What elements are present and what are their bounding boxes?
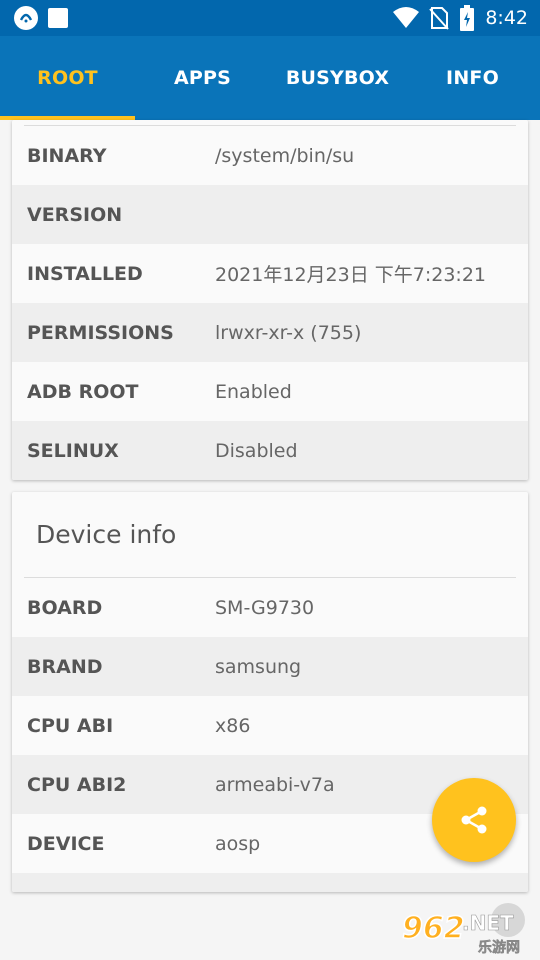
app-icon <box>14 6 38 30</box>
share-button[interactable] <box>432 778 516 862</box>
info-row-partial <box>12 873 528 892</box>
watermark-number: 962 <box>402 911 465 946</box>
row-value: /system/bin/su <box>215 144 355 167</box>
row-label: INSTALLED <box>27 262 143 285</box>
info-row-installed: INSTALLED 2021年12月23日 下午7:23:21 <box>12 244 528 303</box>
info-row-version: VERSION <box>12 185 528 244</box>
row-value: armeabi-v7a <box>215 773 335 796</box>
tab-root[interactable]: ROOT <box>0 36 135 120</box>
tab-apps[interactable]: APPS <box>135 36 270 120</box>
no-sim-icon <box>429 7 450 30</box>
row-label: CPU ABI2 <box>27 773 127 796</box>
info-row-adb-root: ADB ROOT Enabled <box>12 362 528 421</box>
root-info-card: BINARY /system/bin/su VERSION INSTALLED … <box>12 120 528 480</box>
row-value: samsung <box>215 655 302 678</box>
row-label: ADB ROOT <box>27 380 139 403</box>
row-label: BRAND <box>27 655 103 678</box>
tab-info[interactable]: INFO <box>405 36 540 120</box>
row-value: SM-G9730 <box>215 596 315 619</box>
row-value: aosp <box>215 832 261 855</box>
row-label: PERMISSIONS <box>27 321 174 344</box>
row-label: BINARY <box>27 144 107 167</box>
row-label: CPU ABI <box>27 714 114 737</box>
info-row-binary: BINARY /system/bin/su <box>12 126 528 185</box>
wifi-icon <box>393 7 420 28</box>
row-value: lrwxr-xr-x (755) <box>215 321 362 344</box>
card-title: Device info <box>36 520 177 549</box>
row-label: BOARD <box>27 596 103 619</box>
row-label: SELINUX <box>27 439 119 462</box>
row-value: Enabled <box>215 380 292 403</box>
info-row-brand: BRAND samsung <box>12 637 528 696</box>
watermark-sub: 乐游网 <box>478 939 520 956</box>
row-label: VERSION <box>27 203 123 226</box>
row-value: Disabled <box>215 439 298 462</box>
watermark-logo: 962 .NET 乐游网 <box>401 903 525 956</box>
info-row-cpu-abi: CPU ABI x86 <box>12 696 528 755</box>
row-value: 2021年12月23日 下午7:23:21 <box>215 264 486 286</box>
clock: 8:42 <box>485 7 528 29</box>
battery-icon <box>460 5 475 31</box>
info-row-permissions: PERMISSIONS lrwxr-xr-x (755) <box>12 303 528 362</box>
tab-busybox[interactable]: BUSYBOX <box>270 36 405 120</box>
watermark-net: .NET <box>462 911 514 935</box>
status-bar: 8:42 <box>0 0 540 36</box>
row-label: DEVICE <box>27 832 105 855</box>
info-row-selinux: SELINUX Disabled <box>12 421 528 480</box>
share-icon <box>461 806 487 834</box>
square-icon <box>48 8 68 28</box>
tab-bar: ROOT APPS BUSYBOX INFO <box>0 36 540 120</box>
info-row-board: BOARD SM-G9730 <box>12 578 528 637</box>
row-value: x86 <box>215 714 251 737</box>
